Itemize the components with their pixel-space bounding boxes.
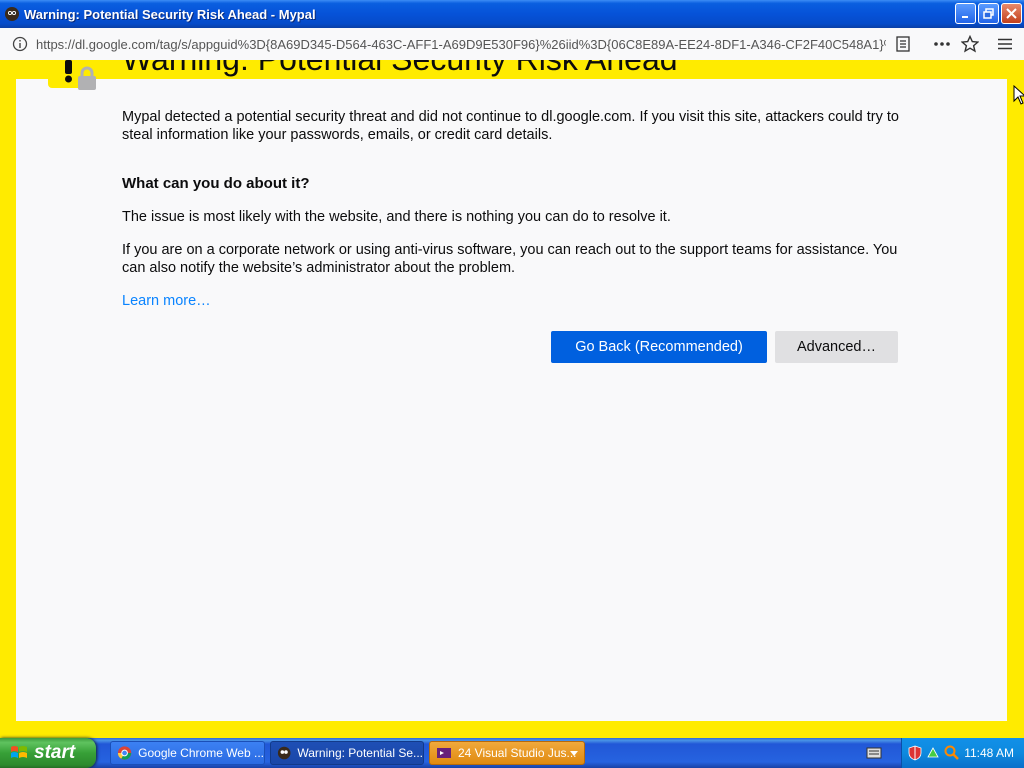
mouse-cursor-icon bbox=[1013, 85, 1024, 105]
network-icon[interactable] bbox=[926, 745, 940, 761]
bookmark-star-icon[interactable] bbox=[960, 34, 980, 54]
chrome-icon bbox=[117, 746, 132, 760]
window-title: Warning: Potential Security Risk Ahead -… bbox=[24, 6, 316, 22]
warning-lock-icon bbox=[48, 60, 104, 92]
url-text[interactable]: https://dl.google.com/tag/s/appguid%3D{8… bbox=[36, 37, 886, 52]
close-button[interactable] bbox=[1001, 3, 1022, 24]
restore-button[interactable] bbox=[978, 3, 999, 24]
info-icon[interactable] bbox=[12, 36, 28, 52]
visual-studio-icon bbox=[437, 748, 451, 758]
menu-hamburger-icon[interactable] bbox=[995, 34, 1015, 54]
mypal-icon bbox=[277, 746, 291, 760]
address-bar[interactable]: https://dl.google.com/tag/s/appguid%3D{8… bbox=[4, 31, 888, 57]
chevron-down-icon bbox=[570, 751, 578, 756]
window-titlebar[interactable]: Warning: Potential Security Risk Ahead -… bbox=[0, 0, 1024, 28]
taskbar-item-visual-studio-group[interactable]: 24 Visual Studio Jus... bbox=[429, 741, 585, 765]
taskbar-item-label: 24 Visual Studio Jus... bbox=[458, 746, 577, 760]
mypal-app-icon bbox=[5, 7, 19, 21]
start-button[interactable]: start bbox=[0, 738, 96, 768]
taskbar-item-chrome[interactable]: Google Chrome Web ... bbox=[110, 741, 265, 765]
security-shield-icon[interactable] bbox=[908, 745, 922, 761]
taskbar-item-mypal[interactable]: Warning: Potential Se... bbox=[270, 741, 424, 765]
windows-logo-icon bbox=[11, 746, 27, 758]
what-can-you-do-heading: What can you do about it? bbox=[122, 175, 310, 192]
taskbar-clock: 11:48 AM bbox=[964, 746, 1014, 760]
close-icon bbox=[1006, 8, 1017, 19]
advanced-button[interactable]: Advanced… bbox=[775, 331, 898, 363]
taskbar: start Google Chrome Web ... Warning: Pot… bbox=[0, 738, 1024, 768]
intro-paragraph: Mypal detected a potential security thre… bbox=[122, 109, 899, 143]
system-tray: 11:48 AM bbox=[901, 738, 1024, 768]
minimize-icon bbox=[962, 16, 968, 18]
restore-icon bbox=[983, 8, 994, 19]
page-actions-icon[interactable] bbox=[932, 34, 952, 54]
page-heading: Warning: Potential Security Risk Ahead bbox=[122, 60, 678, 78]
page-heading-container: Warning: Potential Security Risk Ahead bbox=[110, 60, 810, 78]
learn-more-link[interactable]: Learn more… bbox=[122, 292, 211, 310]
reader-view-icon[interactable] bbox=[893, 34, 913, 54]
taskbar-item-label: Warning: Potential Se... bbox=[297, 746, 423, 760]
taskbar-item-label: Google Chrome Web ... bbox=[138, 746, 264, 760]
start-label: start bbox=[34, 742, 76, 763]
minimize-button[interactable] bbox=[955, 3, 976, 24]
go-back-button[interactable]: Go Back (Recommended) bbox=[551, 331, 767, 363]
keyboard-icon[interactable] bbox=[866, 746, 882, 760]
corporate-network-paragraph: If you are on a corporate network or usi… bbox=[122, 242, 898, 276]
issue-paragraph: The issue is most likely with the websit… bbox=[122, 209, 671, 225]
search-magnifier-icon[interactable] bbox=[944, 745, 960, 761]
navigation-toolbar: https://dl.google.com/tag/s/appguid%3D{8… bbox=[0, 28, 1024, 61]
